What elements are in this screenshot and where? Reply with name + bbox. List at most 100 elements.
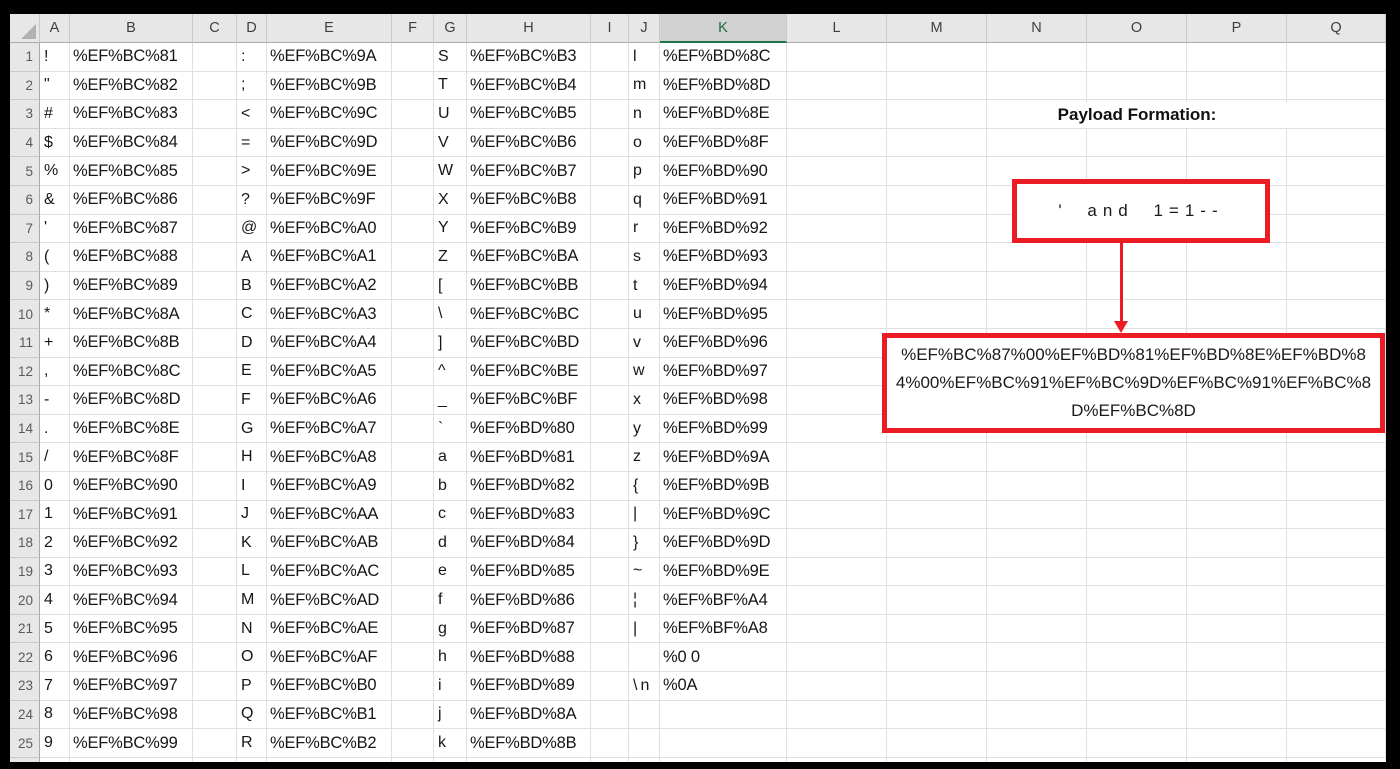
cell-K11[interactable]: %EF%BD%96: [660, 328, 787, 358]
cell-I7[interactable]: [591, 214, 629, 244]
cell-Q17[interactable]: [1287, 500, 1386, 530]
cell-O21[interactable]: [1087, 614, 1187, 644]
cell-C23[interactable]: [193, 672, 237, 701]
cell-D25[interactable]: R: [237, 729, 267, 758]
cell-D2[interactable]: ;: [237, 71, 267, 101]
cell-H7[interactable]: %EF%BC%B9: [467, 214, 591, 244]
cell-A7[interactable]: ': [40, 214, 70, 244]
cell-B5[interactable]: %EF%BC%85: [70, 157, 193, 186]
cell-F22[interactable]: [392, 643, 434, 673]
cell-J26[interactable]: [629, 757, 660, 762]
cell-F23[interactable]: [392, 672, 434, 701]
cell-M2[interactable]: [887, 71, 987, 101]
cell-D26[interactable]: [237, 757, 267, 762]
cell-Q5[interactable]: [1287, 157, 1386, 186]
cell-G21[interactable]: g: [434, 614, 467, 644]
cell-G7[interactable]: Y: [434, 214, 467, 244]
row-header-14[interactable]: 14: [10, 414, 40, 444]
cell-P8[interactable]: [1187, 243, 1287, 272]
cell-M17[interactable]: [887, 500, 987, 530]
cell-B14[interactable]: %EF%BC%8E: [70, 414, 193, 444]
cell-H19[interactable]: %EF%BD%85: [467, 557, 591, 587]
cell-J7[interactable]: r: [629, 214, 660, 244]
cell-B25[interactable]: %EF%BC%99: [70, 729, 193, 758]
row-header-5[interactable]: 5: [10, 157, 40, 186]
cell-K1[interactable]: %EF%BD%8C: [660, 43, 787, 72]
cell-D15[interactable]: H: [237, 443, 267, 472]
column-header-C[interactable]: C: [193, 14, 237, 43]
cell-J4[interactable]: o: [629, 128, 660, 158]
cell-L5[interactable]: [787, 157, 887, 186]
cell-Q16[interactable]: [1287, 471, 1386, 501]
cell-L4[interactable]: [787, 128, 887, 158]
cell-P24[interactable]: [1187, 700, 1287, 730]
cell-A10[interactable]: *: [40, 300, 70, 329]
cell-A12[interactable]: ,: [40, 357, 70, 387]
cell-P17[interactable]: [1187, 500, 1287, 530]
cell-F9[interactable]: [392, 271, 434, 301]
column-header-I[interactable]: I: [591, 14, 629, 43]
cell-K23[interactable]: %0A: [660, 672, 787, 701]
cell-C3[interactable]: [193, 100, 237, 129]
cell-N17[interactable]: [987, 500, 1087, 530]
cell-C20[interactable]: [193, 586, 237, 615]
cell-B10[interactable]: %EF%BC%8A: [70, 300, 193, 329]
cell-Q4[interactable]: [1287, 128, 1386, 158]
cell-B26[interactable]: [70, 757, 193, 762]
row-header-20[interactable]: 20: [10, 586, 40, 615]
cell-N4[interactable]: [987, 128, 1087, 158]
cell-A13[interactable]: -: [40, 386, 70, 415]
cell-P18[interactable]: [1187, 529, 1287, 558]
cell-H8[interactable]: %EF%BC%BA: [467, 243, 591, 272]
column-header-B[interactable]: B: [70, 14, 193, 43]
cell-M8[interactable]: [887, 243, 987, 272]
cell-A17[interactable]: 1: [40, 500, 70, 530]
cell-C25[interactable]: [193, 729, 237, 758]
cell-E8[interactable]: %EF%BC%A1: [267, 243, 392, 272]
cell-L3[interactable]: [787, 100, 887, 129]
cell-F21[interactable]: [392, 614, 434, 644]
cell-N18[interactable]: [987, 529, 1087, 558]
cell-E17[interactable]: %EF%BC%AA: [267, 500, 392, 530]
cell-E24[interactable]: %EF%BC%B1: [267, 700, 392, 730]
row-header-11[interactable]: 11: [10, 328, 40, 358]
cell-D16[interactable]: I: [237, 471, 267, 501]
cell-D17[interactable]: J: [237, 500, 267, 530]
cell-A21[interactable]: 5: [40, 614, 70, 644]
cell-H23[interactable]: %EF%BD%89: [467, 672, 591, 701]
cell-L1[interactable]: [787, 43, 887, 72]
cell-K19[interactable]: %EF%BD%9E: [660, 557, 787, 587]
cell-G2[interactable]: T: [434, 71, 467, 101]
cell-F20[interactable]: [392, 586, 434, 615]
cell-M23[interactable]: [887, 672, 987, 701]
cell-I9[interactable]: [591, 271, 629, 301]
cell-O16[interactable]: [1087, 471, 1187, 501]
cell-P16[interactable]: [1187, 471, 1287, 501]
cell-I20[interactable]: [591, 586, 629, 615]
cell-H12[interactable]: %EF%BC%BE: [467, 357, 591, 387]
cell-E19[interactable]: %EF%BC%AC: [267, 557, 392, 587]
cell-L16[interactable]: [787, 471, 887, 501]
cell-D3[interactable]: <: [237, 100, 267, 129]
cell-Q8[interactable]: [1287, 243, 1386, 272]
cell-A23[interactable]: 7: [40, 672, 70, 701]
cell-J9[interactable]: t: [629, 271, 660, 301]
cell-L18[interactable]: [787, 529, 887, 558]
cell-C12[interactable]: [193, 357, 237, 387]
cell-F3[interactable]: [392, 100, 434, 129]
cell-B3[interactable]: %EF%BC%83: [70, 100, 193, 129]
cell-L2[interactable]: [787, 71, 887, 101]
cell-E16[interactable]: %EF%BC%A9: [267, 471, 392, 501]
cell-C26[interactable]: [193, 757, 237, 762]
cell-C9[interactable]: [193, 271, 237, 301]
cell-L13[interactable]: [787, 386, 887, 415]
cell-K21[interactable]: %EF%BF%A8: [660, 614, 787, 644]
column-header-F[interactable]: F: [392, 14, 434, 43]
cell-O22[interactable]: [1087, 643, 1187, 673]
cell-K10[interactable]: %EF%BD%95: [660, 300, 787, 329]
cell-J22[interactable]: [629, 643, 660, 673]
cell-L17[interactable]: [787, 500, 887, 530]
cell-G5[interactable]: W: [434, 157, 467, 186]
cell-G11[interactable]: ]: [434, 328, 467, 358]
cell-O4[interactable]: [1087, 128, 1187, 158]
